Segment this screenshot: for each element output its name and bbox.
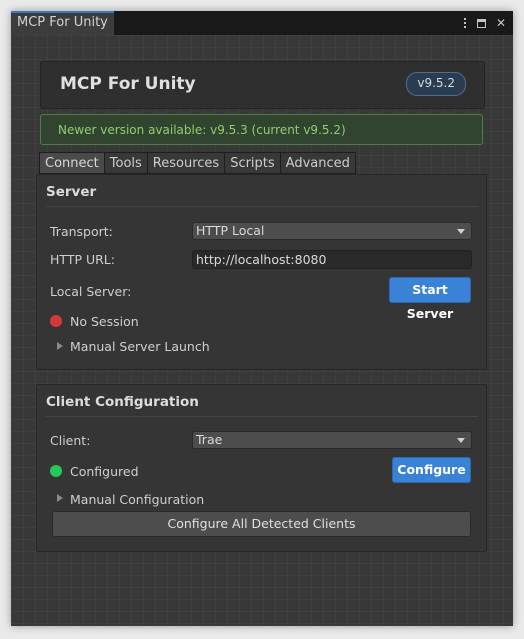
tab-bar: Connect Tools Resources Scripts Advanced <box>39 152 356 174</box>
manual-server-launch-foldout[interactable]: Manual Server Launch <box>70 339 210 354</box>
session-status-text: No Session <box>70 314 139 329</box>
close-icon[interactable]: ✕ <box>495 16 507 30</box>
chevron-down-icon <box>457 229 465 234</box>
tab-scripts[interactable]: Scripts <box>225 152 281 174</box>
maximize-icon[interactable] <box>477 18 489 28</box>
client-label: Client: <box>50 433 91 448</box>
tab-connect[interactable]: Connect <box>39 152 105 174</box>
tab-advanced[interactable]: Advanced <box>280 152 356 174</box>
transport-value: HTTP Local <box>196 223 265 238</box>
status-error-icon <box>50 315 62 327</box>
tab-resources[interactable]: Resources <box>147 152 226 174</box>
status-ok-icon <box>50 465 62 477</box>
version-badge: v9.5.2 <box>406 72 466 96</box>
editor-window: MCP For Unity ✕ MCP For Unity v9.5.2 New… <box>11 11 513 626</box>
configure-button[interactable]: Configure <box>392 457 471 483</box>
local-server-label: Local Server: <box>50 284 132 299</box>
client-config-panel: Client Configuration Client: Trae Config… <box>36 384 487 552</box>
client-section-title: Client Configuration <box>46 394 199 410</box>
divider <box>46 206 478 207</box>
foldout-arrow-icon[interactable] <box>57 342 63 350</box>
window-tab-label: MCP For Unity <box>17 15 108 30</box>
configure-all-clients-button[interactable]: Configure All Detected Clients <box>52 511 471 537</box>
chevron-down-icon <box>457 438 465 443</box>
app-header: MCP For Unity v9.5.2 <box>40 61 485 109</box>
tab-tools[interactable]: Tools <box>104 152 148 174</box>
kebab-menu-icon[interactable] <box>459 18 471 28</box>
app-title: MCP For Unity <box>60 74 196 94</box>
transport-dropdown[interactable]: HTTP Local <box>192 222 472 240</box>
client-value: Trae <box>196 432 223 447</box>
window-titlebar: MCP For Unity ✕ <box>11 11 513 35</box>
manual-configuration-foldout[interactable]: Manual Configuration <box>70 492 204 507</box>
window-controls: ✕ <box>459 14 507 32</box>
client-dropdown[interactable]: Trae <box>192 431 472 449</box>
server-section-title: Server <box>46 184 97 200</box>
start-server-button[interactable]: Start Server <box>389 277 471 321</box>
window-tab[interactable]: MCP For Unity <box>11 11 114 35</box>
server-panel: Server Transport: HTTP Local HTTP URL: h… <box>36 174 487 370</box>
http-url-label: HTTP URL: <box>50 252 115 267</box>
client-status-text: Configured <box>70 464 139 479</box>
update-banner: Newer version available: v9.5.3 (current… <box>40 114 483 145</box>
http-url-field[interactable]: http://localhost:8080 <box>192 250 472 269</box>
divider <box>46 416 478 417</box>
transport-label: Transport: <box>50 224 113 239</box>
foldout-arrow-icon[interactable] <box>57 494 63 502</box>
